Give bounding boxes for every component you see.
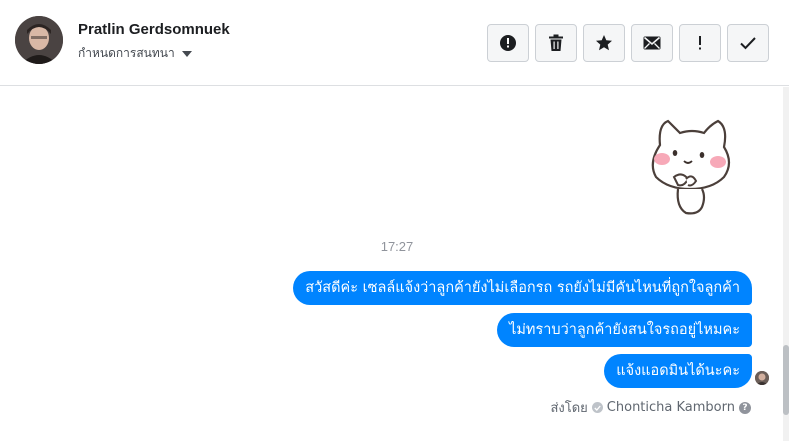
mark-unread-button[interactable] [631,24,673,62]
verified-check-icon [591,402,603,413]
trash-icon [549,34,563,51]
delete-button[interactable] [535,24,577,62]
cat-sticker[interactable] [640,111,740,219]
message-bubble[interactable]: แจ้งแอดมินได้นะคะ [604,354,752,388]
report-button[interactable] [487,24,529,62]
envelope-icon [643,36,661,50]
scrollbar-thumb[interactable] [783,345,789,415]
mark-done-button[interactable] [727,24,769,62]
conversation-header: Pratlin Gerdsomnuek กำหนดการสนทนา [0,0,789,86]
subtitle-label: กำหนดการสนทนา [78,46,175,60]
conversation-schedule-dropdown[interactable]: กำหนดการสนทนา [78,44,192,63]
contact-avatar[interactable] [15,16,63,64]
star-icon [596,35,612,51]
help-icon[interactable]: ? [739,401,751,414]
check-icon [740,37,756,50]
message-timestamp: 17:27 [380,239,414,254]
mark-important-button[interactable] [679,24,721,62]
caret-down-icon [181,50,192,57]
seen-indicator-avatar [755,371,769,385]
exclamation-icon [699,36,701,50]
sent-by-line: ส่งโดย Chonticha Kamborn ? [550,397,751,418]
star-button[interactable] [583,24,625,62]
message-bubble[interactable]: ไม่ทราบว่าลูกค้ายังสนใจรถอยู่ไหมคะ [497,313,752,347]
action-toolbar [487,24,769,62]
alert-circle-icon [500,35,516,51]
sender-name: Chonticha Kamborn [606,400,735,415]
sent-by-label: ส่งโดย [550,401,588,416]
contact-name: Pratlin Gerdsomnuek [78,21,230,38]
thread-scrollbar[interactable] [783,87,789,441]
message-bubble[interactable]: สวัสดีค่ะ เซลล์แจ้งว่าลูกค้ายังไม่เลือกร… [293,271,752,305]
